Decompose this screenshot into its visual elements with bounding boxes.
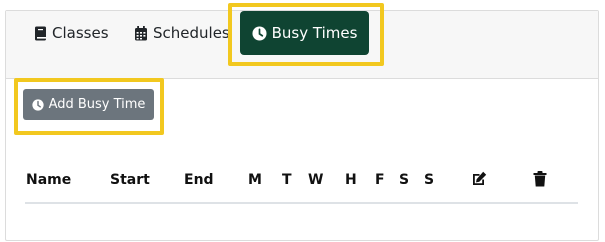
add-busy-time-button[interactable]: Add Busy Time bbox=[23, 89, 154, 120]
tab-busy-times-label: Busy Times bbox=[271, 24, 358, 42]
calendar-icon bbox=[135, 25, 147, 40]
column-header-start[interactable]: Start bbox=[110, 172, 150, 188]
add-busy-time-label: Add Busy Time bbox=[48, 97, 146, 112]
column-header-thursday[interactable]: H bbox=[345, 172, 357, 188]
column-header-name[interactable]: Name bbox=[26, 172, 71, 188]
column-header-sunday[interactable]: S bbox=[424, 172, 434, 188]
column-header-end[interactable]: End bbox=[184, 172, 214, 188]
tab-classes-label: Classes bbox=[52, 24, 109, 42]
tab-schedules[interactable]: Schedules bbox=[134, 14, 230, 52]
column-header-wednesday[interactable]: W bbox=[308, 172, 323, 188]
trash-icon bbox=[533, 171, 547, 187]
clock-icon bbox=[252, 25, 267, 41]
column-header-friday[interactable]: F bbox=[375, 172, 385, 188]
column-header-monday[interactable]: M bbox=[248, 172, 262, 188]
tab-schedules-label: Schedules bbox=[153, 24, 230, 42]
tab-classes[interactable]: Classes bbox=[34, 14, 109, 52]
table-header-divider bbox=[25, 202, 578, 204]
column-header-tuesday[interactable]: T bbox=[282, 172, 292, 188]
clock-icon bbox=[31, 98, 44, 111]
column-header-saturday[interactable]: S bbox=[399, 172, 409, 188]
edit-icon bbox=[473, 171, 487, 185]
book-icon bbox=[35, 26, 46, 40]
tab-busy-times[interactable]: Busy Times bbox=[240, 11, 369, 55]
